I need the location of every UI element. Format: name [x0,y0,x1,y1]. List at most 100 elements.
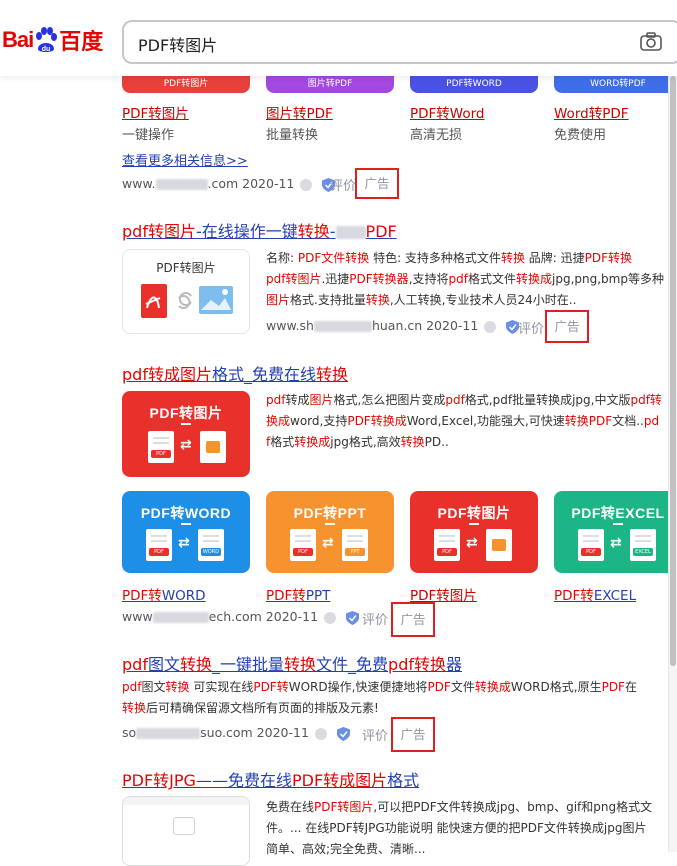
dropdown-icon[interactable] [300,178,313,191]
ad1-link-1[interactable]: PDF转图片 [122,102,189,122]
image-doc-icon [200,431,226,463]
ad-label: 广告 [391,717,435,752]
card-band-2[interactable]: 图片转PDF [266,76,394,93]
shield-icon [336,726,350,741]
result-title[interactable]: pdf图文转换_一键批量转换文件_免费pdf转换器 [122,651,462,675]
divider [181,423,191,425]
pdf-to-ppt-card[interactable]: PDF转PPT PDF ⇄ PPT [266,491,394,573]
url-prefix: www.sh [266,318,314,333]
card-title: PDF转PPT [293,505,367,521]
result-title[interactable]: pdf转成图片格式_免费在线转换 [122,361,348,385]
url-suffix: .com 2020-11 [207,176,295,191]
ad1-link-2[interactable]: 图片转PDF [266,102,333,122]
website-screenshot-thumbnail[interactable] [122,796,250,866]
pdf-doc-icon: PDF [290,529,316,561]
result3-desc-line3: f格式转换成jpg格式,高效转换PD.. [266,435,449,449]
pdf-doc-icon: PDF [146,529,172,561]
card-link-word[interactable]: PDF转WORD [122,584,206,604]
search-input[interactable]: PDF转图片 [138,32,217,56]
ad-label: 广告 [391,602,435,637]
pdf-to-image-promo[interactable]: PDF转图片 PDF ⇄ [122,391,250,477]
blurred-text [313,321,372,332]
review-link[interactable]: 评价 [330,175,356,194]
url-suffix: suo.com 2020-11 [200,725,309,740]
result3-desc-line1: pdf转成图片格式,怎么把图片变成pdf格式,pdf批量转换成jpg,中文版pd… [266,393,662,407]
card-title: PDF转WORD [140,505,232,521]
result-title[interactable]: PDF转JPG——免费在线PDF转成图片格式 [122,767,419,791]
result5-desc-line1: 免费在线PDF转图片,可以把PDF文件转换成jpg、bmp、gif和png格式文 [266,800,653,814]
pdf-doc-icon: PDF [148,431,174,463]
card-title: PDF转图片 [437,505,511,521]
result4-desc-line2: 转换后可精确保留源文档所有页面的排版及元素! [122,701,379,715]
scrollbar-thumb[interactable] [670,76,676,666]
blurred-text [136,728,201,739]
divider [325,523,335,525]
ppt-doc-icon: PPT [342,529,368,561]
thumb-label: PDF转图片 [156,261,216,275]
result3-url[interactable]: www ech.com 2020-11 [122,609,360,625]
review-link[interactable]: 评价 [362,725,388,744]
ad1-link-4[interactable]: Word转PDF [554,102,629,122]
dropdown-icon[interactable] [484,320,497,333]
image-doc-icon [486,529,512,561]
upload-icon [173,817,195,835]
header: Bai du 百度 PDF转图片 [0,0,677,76]
ad-label: 广告 [355,168,399,199]
result3-desc-line2: 换成word,支持PDF转换成Word,Excel,功能强大,可快速转换PDF文… [266,414,660,428]
result2-url[interactable]: www.sh huan.cn 2020-11 [266,318,520,334]
card-link-ppt[interactable]: PDF转PPT [266,584,330,604]
result-title[interactable]: pdf转图片-在线操作一键转换- PDF [122,218,397,242]
pdf-to-image-card[interactable]: PDF转图片 PDF ⇄ [410,491,538,573]
baidu-logo[interactable]: Bai du 百度 [2,20,103,60]
url-suffix: ech.com 2020-11 [208,609,319,624]
paw-icon: du [34,27,58,53]
card-band-1[interactable]: PDF转图片 [122,76,250,93]
card-link-image[interactable]: PDF转图片 [410,584,477,604]
ad1-sub-4: 免费使用 [554,128,607,143]
url-prefix: so [122,725,137,740]
result4-url[interactable]: so suo.com 2020-11 [122,725,350,741]
convert-arrows-icon: ⇄ [178,535,190,551]
word-doc-icon: WORD [198,529,224,561]
blurred-text [155,179,208,190]
pdf-to-image-thumbnail[interactable]: PDF转图片 [122,249,250,334]
divider [613,523,623,525]
result2-desc-line1: 名称: PDF文件转换 特色: 支持多种格式文件转换 品牌: 迅捷PDF转换 [266,251,633,265]
scrollbar[interactable] [668,76,677,852]
divider [181,523,191,525]
result2-desc-line2: pdf转图片.迅捷PDF转换器,支持将pdf格式文件转换成jpg,png,bmp… [266,272,664,286]
review-link[interactable]: 评价 [362,609,388,628]
divider [469,523,479,525]
pdf-to-excel-card[interactable]: PDF转EXCEL PDF ⇄ EXCEL [554,491,677,573]
convert-arrows-icon: ⇄ [180,437,192,453]
url-suffix: huan.cn 2020-11 [371,318,479,333]
shield-icon [346,610,360,625]
pdf-image-icon [141,284,233,318]
pdf-to-word-card[interactable]: PDF转WORD PDF ⇄ WORD [122,491,250,573]
pdf-doc-icon: PDF [578,529,604,561]
url-prefix: www. [122,176,156,191]
ad1-sub-1: 一键操作 [122,128,175,143]
card-band-4[interactable]: WORD转PDF [554,76,677,93]
card-band-3[interactable]: PDF转WORD [410,76,538,93]
more-info-link[interactable]: 查看更多相关信息>> [122,150,248,169]
dropdown-icon[interactable] [324,611,337,624]
result4-desc-line1: pdf图文转换 可实现在线PDF转WORD操作,快速便捷地将PDF文件转换成WO… [122,680,637,694]
logo-cn: 百度 [59,29,104,54]
card-link-excel[interactable]: PDF转EXCEL [554,584,636,604]
blurred-text [152,612,209,623]
thumb-toolbar [123,797,249,805]
convert-arrows-icon: ⇄ [322,535,334,551]
dropdown-icon[interactable] [314,727,327,740]
ad1-sub-2: 批量转换 [266,128,319,143]
promo-title: PDF转图片 [149,405,223,421]
excel-doc-icon: EXCEL [630,529,656,561]
review-link[interactable]: 评价 [518,318,544,337]
camera-icon[interactable] [640,32,662,56]
result5-desc-line2: 件。... 在线PDF转JPG功能说明 能快速方便的把PDF文件转换成jpg图片 [266,821,647,835]
ad1-url[interactable]: www. .com 2020-11 [122,176,336,192]
result5-desc-line3: 简单、高效;完全免费、清晰... [266,842,426,856]
result2-desc-line3: 图片格式.支持批量转换,人工转换,专业技术人员24小时在.. [266,293,577,307]
ad1-link-3[interactable]: PDF转Word [410,102,485,122]
search-box[interactable]: PDF转图片 [122,20,677,64]
